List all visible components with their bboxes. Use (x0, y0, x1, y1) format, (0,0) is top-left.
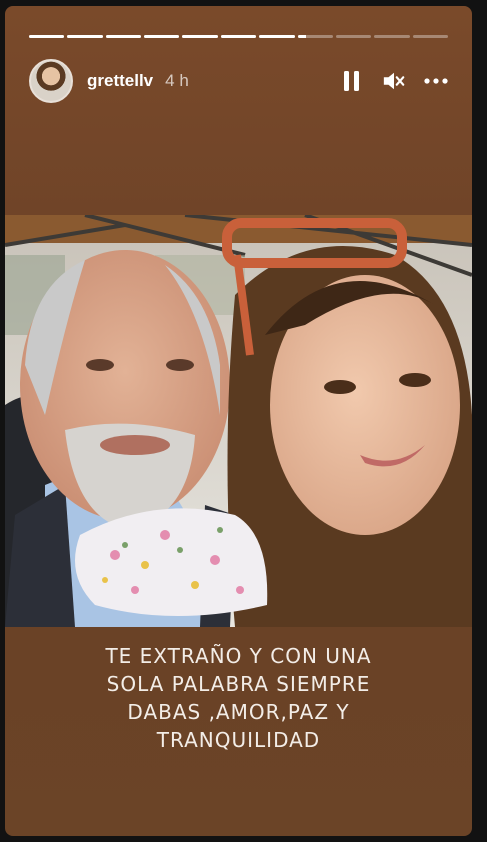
story-caption: TE EXTRAÑO Y CON UNA SOLA PALABRA SIEMPR… (5, 642, 472, 754)
progress-segment (297, 35, 333, 38)
caption-line: TRANQUILIDAD (156, 728, 321, 752)
caption-line: SOLA PALABRA SIEMPRE (106, 672, 371, 696)
user-avatar[interactable] (29, 59, 73, 103)
progress-fill (67, 35, 103, 38)
more-icon (424, 78, 448, 84)
story-photo (5, 215, 472, 627)
progress-fill (29, 35, 65, 38)
caption-line: TE EXTRAÑO Y CON UNA (105, 644, 372, 668)
mute-button[interactable] (382, 69, 406, 93)
pause-button[interactable] (340, 69, 364, 93)
progress-fill (297, 35, 307, 38)
more-options-button[interactable] (424, 69, 448, 93)
progress-segment (67, 35, 103, 38)
selfie-image (5, 215, 472, 627)
progress-segment (182, 35, 218, 38)
progress-fill (220, 35, 257, 38)
story-header: grettellv 4 h (29, 57, 448, 105)
progress-fill (182, 35, 218, 38)
story-viewer: grettellv 4 h TE EXTRAÑO Y CON UNA SOLA … (5, 6, 472, 836)
progress-segment (374, 35, 410, 38)
progress-segment (412, 35, 448, 38)
post-time: 4 h (165, 71, 189, 90)
progress-fill (105, 35, 142, 38)
username[interactable]: grettellv (87, 71, 153, 91)
pause-icon (344, 71, 359, 91)
progress-segment (144, 35, 180, 38)
progress-fill (144, 35, 180, 38)
story-controls (340, 69, 448, 93)
progress-segment (29, 35, 65, 38)
caption-line: DABAS ,AMOR,PAZ Y (127, 700, 350, 724)
progress-segment (259, 35, 295, 38)
mute-icon (383, 72, 405, 90)
progress-segment (335, 35, 372, 38)
story-progress-bar (29, 35, 448, 38)
progress-fill (259, 35, 295, 38)
progress-segment (220, 35, 257, 38)
progress-segment (105, 35, 142, 38)
